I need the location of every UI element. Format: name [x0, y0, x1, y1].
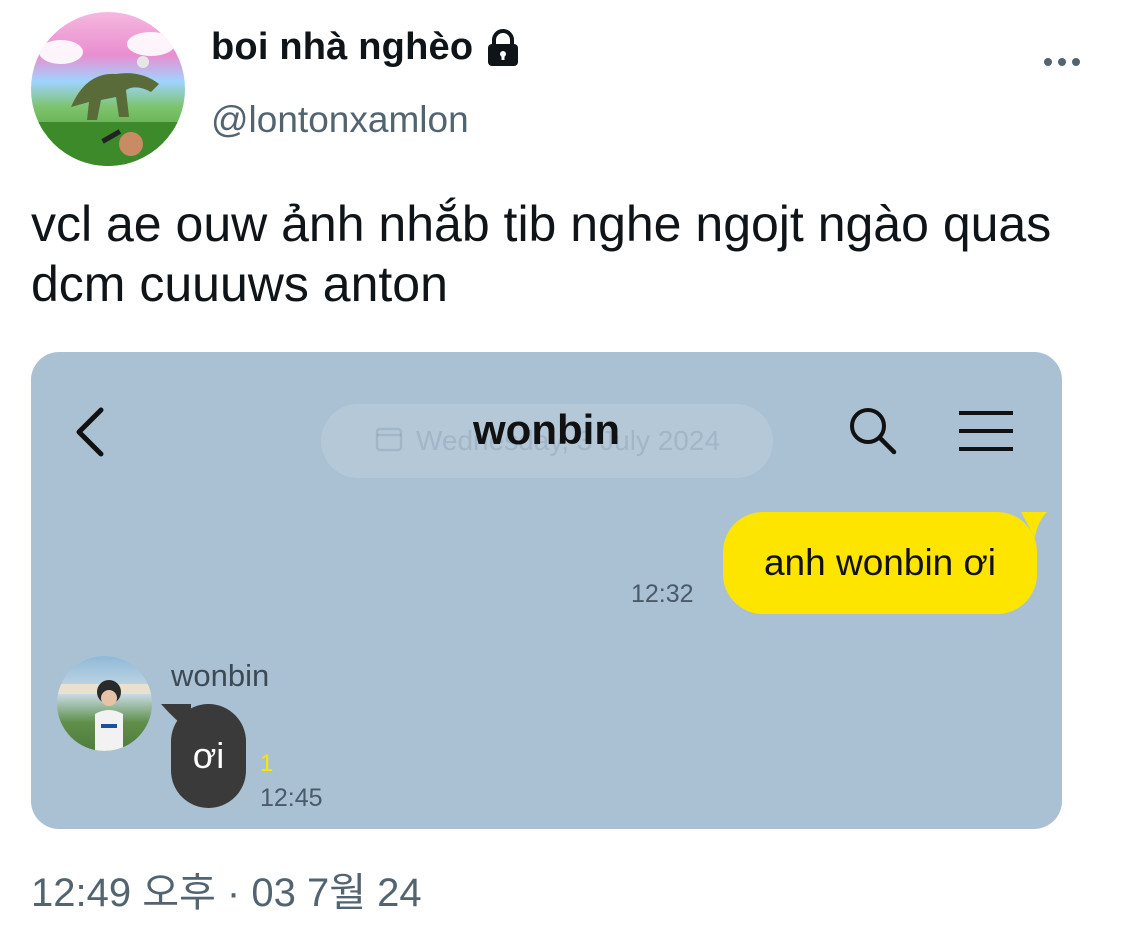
outgoing-message-text: anh wonbin ơi: [763, 542, 997, 583]
incoming-message-time: 12:45: [260, 784, 323, 812]
outgoing-message-time: 12:32: [631, 580, 694, 608]
tweet-timestamp[interactable]: 12:49 오후 · 03 7월 24: [31, 860, 422, 918]
incoming-message-text: ơi: [192, 735, 225, 776]
friend-name: wonbin: [171, 658, 270, 693]
lock-icon: [483, 28, 523, 68]
display-name[interactable]: boi nhà nghèo: [211, 26, 523, 69]
unread-count: 1: [260, 750, 274, 777]
outgoing-message-bubble[interactable]: anh wonbin ơi: [723, 512, 1037, 614]
more-options-icon[interactable]: [1040, 44, 1084, 74]
incoming-message-bubble[interactable]: ơi: [171, 704, 246, 808]
tweet-text: vcl ae ouw ảnh nhắb tib nghe ngojt ngào …: [31, 196, 1052, 312]
tweet-media-image[interactable]: Wednesday, 3 July 2024 wonbin anh wonbin…: [31, 352, 1062, 829]
hamburger-menu-icon[interactable]: [956, 408, 1016, 454]
display-name-text: boi nhà nghèo: [211, 26, 474, 68]
chat-title: wonbin: [473, 406, 620, 453]
profile-avatar[interactable]: [31, 12, 185, 166]
search-icon[interactable]: [846, 404, 900, 458]
user-handle[interactable]: @lontonxamlon: [211, 99, 469, 141]
friend-avatar[interactable]: [57, 656, 152, 751]
